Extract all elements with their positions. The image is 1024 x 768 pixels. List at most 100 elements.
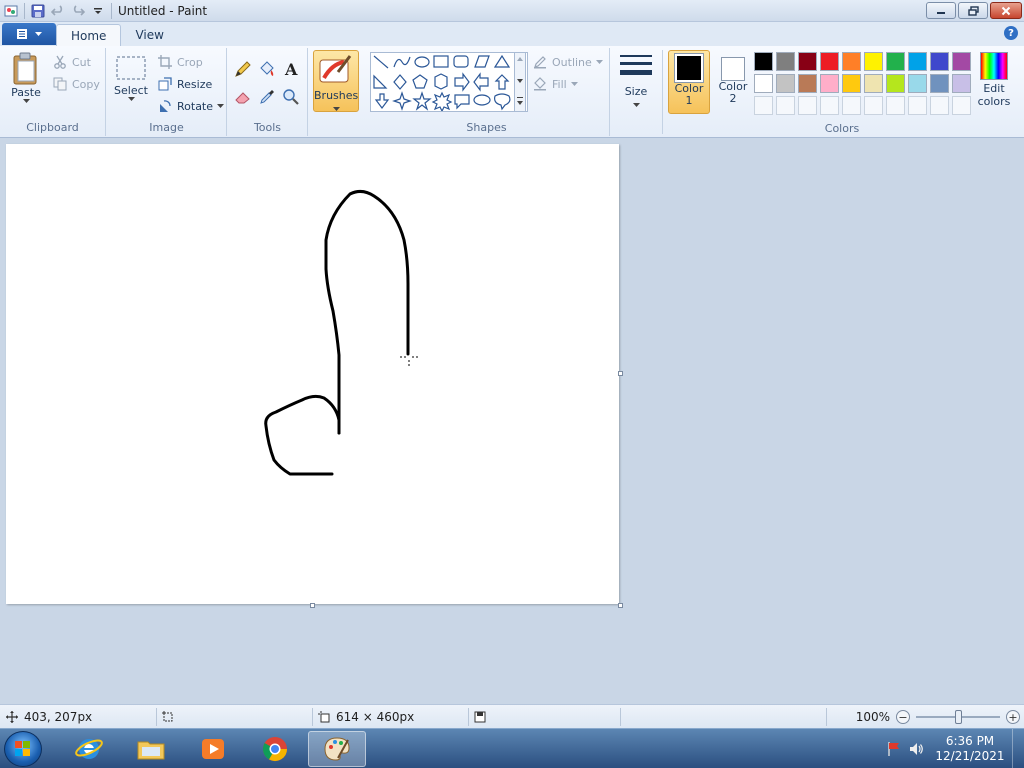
- undo-icon[interactable]: [49, 2, 67, 20]
- palette-color-swatch[interactable]: [776, 74, 795, 93]
- help-icon[interactable]: ?: [1004, 26, 1018, 40]
- custom-color-slot[interactable]: [930, 96, 949, 115]
- canvas-resize-handle-corner[interactable]: [618, 603, 623, 608]
- custom-color-slot[interactable]: [864, 96, 883, 115]
- palette-color-swatch[interactable]: [776, 52, 795, 71]
- palette-color-swatch[interactable]: [908, 74, 927, 93]
- rotate-label: Rotate: [177, 99, 214, 113]
- zoom-in-button[interactable]: +: [1006, 710, 1020, 724]
- rotate-button[interactable]: Rotate: [157, 96, 225, 116]
- workspace: [0, 138, 1024, 704]
- fill-button[interactable]: Fill: [532, 74, 578, 94]
- shapes-gallery-icons: [373, 54, 511, 113]
- chevron-down-icon: [22, 99, 30, 103]
- palette-color-swatch[interactable]: [864, 74, 883, 93]
- taskbar-internet-explorer[interactable]: [60, 731, 118, 767]
- color-picker-tool[interactable]: [256, 86, 278, 108]
- taskbar-file-explorer[interactable]: [122, 731, 180, 767]
- paint-app-icon[interactable]: [2, 2, 20, 20]
- taskbar-chrome[interactable]: [246, 731, 304, 767]
- tools-group: A Tools: [228, 48, 308, 136]
- close-button[interactable]: [990, 2, 1022, 19]
- zoom-slider-thumb[interactable]: [954, 710, 962, 724]
- divider: [111, 2, 112, 19]
- custom-color-slot[interactable]: [820, 96, 839, 115]
- palette-color-swatch[interactable]: [842, 74, 861, 93]
- crop-label: Crop: [177, 55, 203, 69]
- palette-color-swatch[interactable]: [952, 74, 971, 93]
- color2-selector[interactable]: Color 2: [712, 50, 754, 114]
- palette-color-swatch[interactable]: [930, 74, 949, 93]
- canvas-size-text: 614 × 460px: [336, 710, 415, 724]
- divider: [24, 2, 25, 19]
- custom-color-slot[interactable]: [952, 96, 971, 115]
- tab-home[interactable]: Home: [56, 24, 122, 46]
- copy-button[interactable]: Copy: [52, 74, 100, 94]
- palette-color-swatch[interactable]: [820, 74, 839, 93]
- taskbar-media-player[interactable]: [184, 731, 242, 767]
- taskbar-paint[interactable]: [308, 731, 366, 767]
- brushes-button[interactable]: Brushes: [313, 50, 359, 112]
- chevron-down-icon: [570, 81, 578, 86]
- palette-color-swatch[interactable]: [798, 52, 817, 71]
- shapes-scroll[interactable]: [514, 52, 526, 112]
- tab-view[interactable]: View: [121, 24, 177, 46]
- custom-color-slot[interactable]: [886, 96, 905, 115]
- selection-size-icon: [162, 711, 173, 722]
- speaker-icon[interactable]: [908, 741, 924, 757]
- outline-button[interactable]: Outline: [532, 52, 603, 72]
- palette-color-swatch[interactable]: [820, 52, 839, 71]
- clock[interactable]: 6:36 PM 12/21/2021: [932, 734, 1008, 764]
- palette-color-swatch[interactable]: [886, 52, 905, 71]
- select-label: Select: [114, 84, 148, 97]
- zoom-out-button[interactable]: −: [896, 710, 910, 724]
- palette-color-swatch[interactable]: [754, 74, 773, 93]
- palette-color-swatch[interactable]: [952, 52, 971, 71]
- crop-button[interactable]: Crop: [157, 52, 203, 72]
- start-button[interactable]: [4, 731, 42, 767]
- palette-color-swatch[interactable]: [930, 52, 949, 71]
- eraser-tool[interactable]: [232, 86, 254, 108]
- custom-color-slot[interactable]: [776, 96, 795, 115]
- zoom-slider[interactable]: [916, 710, 1000, 724]
- custom-color-slot[interactable]: [754, 96, 773, 115]
- paint-bucket-icon: [260, 61, 274, 76]
- drawing-canvas[interactable]: [6, 144, 619, 604]
- restore-button[interactable]: [958, 2, 988, 19]
- action-center-flag-icon[interactable]: [886, 741, 902, 757]
- canvas-resize-handle-bottom[interactable]: [310, 603, 315, 608]
- save-icon[interactable]: [29, 2, 47, 20]
- custom-color-slot[interactable]: [908, 96, 927, 115]
- fill-tool[interactable]: [256, 58, 278, 80]
- internet-explorer-icon: [75, 739, 103, 759]
- color1-selector[interactable]: Color 1: [668, 50, 710, 114]
- palette-color-swatch[interactable]: [908, 52, 927, 71]
- custom-color-slot[interactable]: [842, 96, 861, 115]
- ribbon-tabs: Home View ?: [0, 22, 1024, 46]
- chevron-down-icon: [332, 107, 340, 111]
- palette-color-swatch[interactable]: [864, 52, 883, 71]
- minimize-button[interactable]: [926, 2, 956, 19]
- edit-colors-button[interactable]: Edit colors: [974, 50, 1014, 116]
- magnifier-tool[interactable]: [280, 86, 302, 108]
- size-button[interactable]: Size: [616, 52, 656, 112]
- chevron-down-icon: [595, 59, 603, 64]
- copy-label: Copy: [72, 77, 100, 91]
- pencil-tool[interactable]: [232, 58, 254, 80]
- palette-color-swatch[interactable]: [798, 74, 817, 93]
- chevron-down-icon: [217, 103, 225, 108]
- palette-color-swatch[interactable]: [842, 52, 861, 71]
- canvas-resize-handle-right[interactable]: [618, 371, 623, 376]
- cut-button[interactable]: Cut: [52, 52, 91, 72]
- paste-button[interactable]: Paste: [6, 52, 46, 104]
- customize-toolbar-icon[interactable]: [89, 2, 107, 20]
- custom-color-slot[interactable]: [798, 96, 817, 115]
- show-desktop-button[interactable]: [1012, 729, 1024, 768]
- paint-menu-button[interactable]: [2, 23, 56, 45]
- palette-color-swatch[interactable]: [886, 74, 905, 93]
- redo-icon[interactable]: [69, 2, 87, 20]
- resize-button[interactable]: Resize: [157, 74, 212, 94]
- palette-color-swatch[interactable]: [754, 52, 773, 71]
- text-tool[interactable]: A: [280, 58, 302, 80]
- select-button[interactable]: Select: [113, 54, 149, 102]
